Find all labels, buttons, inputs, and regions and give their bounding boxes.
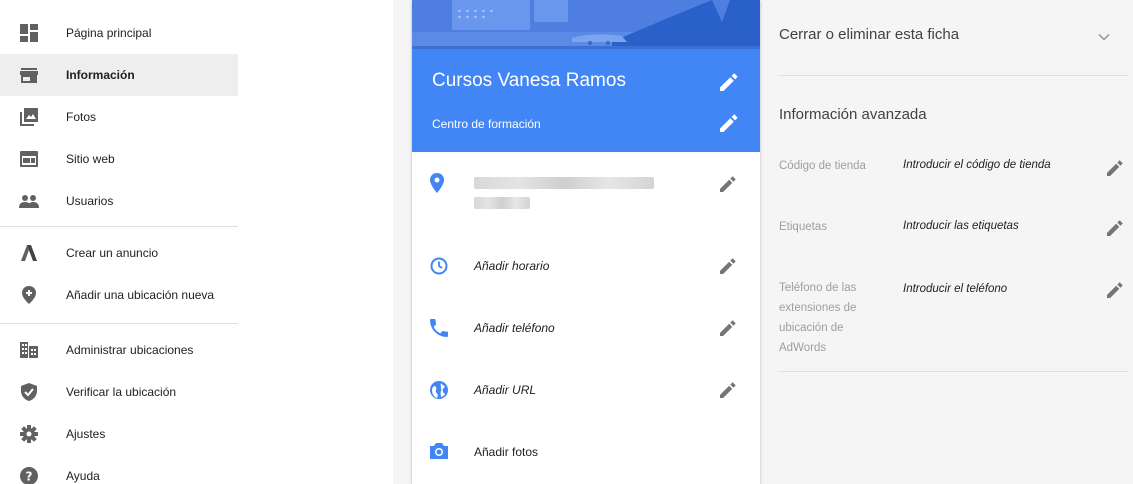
phone-row[interactable]: Añadir teléfono (412, 304, 760, 354)
camera-icon (430, 443, 450, 463)
sidebar-item-info[interactable]: Información (0, 54, 238, 96)
sidebar-item-settings[interactable]: Ajustes (0, 413, 238, 455)
sidebar-item-label: Sitio web (66, 152, 115, 166)
add-photos-label: Añadir fotos (474, 445, 539, 459)
sidebar-item-label: Ajustes (66, 427, 106, 441)
hours-row[interactable]: Añadir horario (412, 242, 760, 292)
dashboard-icon (19, 23, 39, 43)
edit-address-pencil-icon[interactable] (720, 176, 736, 192)
business-name: Cursos Vanesa Ramos (432, 70, 626, 91)
website-icon (19, 149, 39, 169)
phone-icon (430, 319, 450, 339)
labels-input[interactable]: Introducir las etiquetas (903, 220, 1019, 232)
edit-name-pencil-icon[interactable] (720, 73, 738, 91)
advanced-info-title: Información avanzada (779, 106, 927, 123)
blurred-address-line (474, 197, 530, 209)
sidebar-item-label: Fotos (66, 110, 97, 124)
svg-text:?: ? (26, 470, 33, 484)
sidebar-item-users[interactable]: Usuarios (0, 180, 238, 222)
field-label: Código de tienda (779, 160, 866, 172)
users-icon (19, 191, 39, 211)
sidebar-item-photos[interactable]: Fotos (0, 96, 238, 138)
business-info-card: Cursos Vanesa Ramos Centro de formación … (412, 0, 760, 484)
business-header: Cursos Vanesa Ramos Centro de formación (412, 49, 760, 152)
sidebar-divider (0, 226, 238, 227)
location-pin-icon (430, 173, 450, 193)
sidebar-item-label: Añadir una ubicación nueva (66, 288, 215, 302)
adwords-icon (19, 243, 39, 263)
store-code-input[interactable]: Introducir el código de tienda (903, 159, 1051, 171)
sidebar: Página principal Información Fotos Sitio… (0, 0, 393, 484)
settings-icon (19, 424, 39, 444)
chevron-down-icon[interactable] (1097, 30, 1111, 44)
sidebar-item-label: Información (66, 68, 135, 82)
locations-grid-icon (19, 340, 39, 360)
section-divider (779, 75, 1128, 76)
sidebar-item-label: Página principal (66, 26, 152, 40)
right-panel: Cerrar o eliminar esta ficha Información… (779, 0, 1128, 484)
adwords-phone-input[interactable]: Introducir el teléfono (903, 283, 1007, 295)
sidebar-item-home[interactable]: Página principal (0, 12, 238, 54)
add-phone-label: Añadir teléfono (474, 321, 555, 335)
add-hours-label: Añadir horario (474, 259, 550, 273)
edit-category-pencil-icon[interactable] (720, 114, 738, 132)
sidebar-item-verify[interactable]: Verificar la ubicación (0, 371, 238, 413)
edit-hours-pencil-icon[interactable] (720, 258, 736, 274)
field-label: Teléfono de las extensiones de ubicación… (779, 282, 857, 354)
verified-shield-icon (19, 382, 39, 402)
sidebar-item-create-ad[interactable]: Crear un anuncio (0, 232, 238, 274)
url-row[interactable]: Añadir URL (412, 366, 760, 416)
globe-icon (430, 381, 450, 401)
edit-store-code-pencil-icon[interactable] (1107, 160, 1123, 176)
blurred-address-line (474, 177, 654, 189)
help-icon: ? (19, 466, 39, 484)
add-url-label: Añadir URL (474, 383, 537, 397)
sidebar-item-help[interactable]: ? Ayuda (0, 455, 238, 484)
address-row[interactable] (412, 165, 760, 225)
cover-banner-illustration (412, 0, 760, 49)
close-delete-title: Cerrar o eliminar esta ficha (779, 26, 960, 43)
sidebar-item-website[interactable]: Sitio web (0, 138, 238, 180)
edit-labels-pencil-icon[interactable] (1107, 220, 1123, 236)
sidebar-item-label: Crear un anuncio (66, 246, 159, 260)
sidebar-item-label: Verificar la ubicación (66, 385, 177, 399)
business-category: Centro de formación (432, 117, 541, 131)
sidebar-item-label: Administrar ubicaciones (66, 343, 194, 357)
edit-adwords-phone-pencil-icon[interactable] (1107, 282, 1123, 298)
photos-row[interactable]: Añadir fotos (412, 428, 760, 478)
sidebar-item-label: Ayuda (66, 469, 100, 483)
sidebar-item-manage-locations[interactable]: Administrar ubicaciones (0, 329, 238, 371)
edit-url-pencil-icon[interactable] (720, 382, 736, 398)
photos-icon (19, 107, 39, 127)
sidebar-divider (0, 323, 238, 324)
section-divider (779, 371, 1128, 372)
store-icon (19, 65, 39, 85)
sidebar-item-add-location[interactable]: Añadir una ubicación nueva (0, 274, 238, 316)
field-label: Etiquetas (779, 221, 827, 233)
clock-icon (430, 257, 450, 277)
add-location-icon (19, 285, 39, 305)
sidebar-item-label: Usuarios (66, 194, 114, 208)
edit-phone-pencil-icon[interactable] (720, 320, 736, 336)
